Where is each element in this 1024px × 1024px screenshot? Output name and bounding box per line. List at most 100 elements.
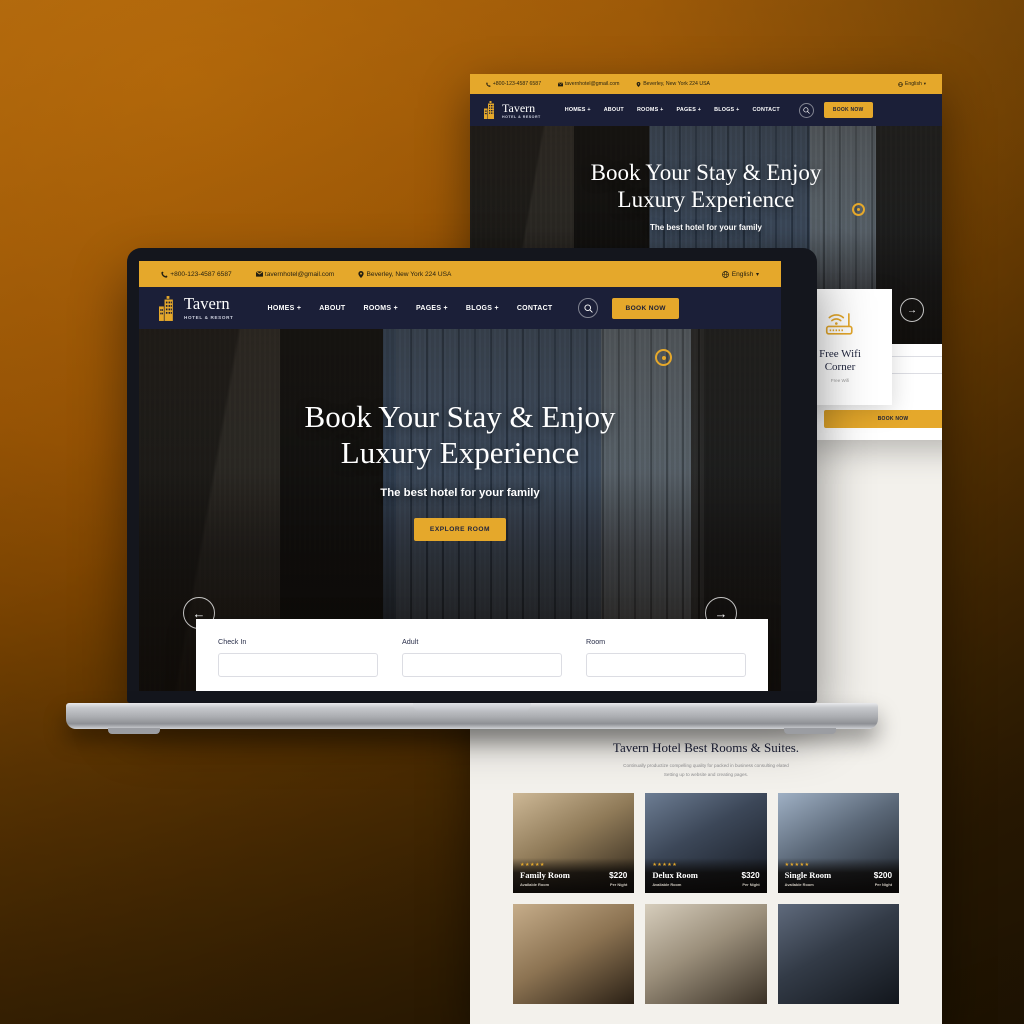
nav-item-contact[interactable]: CONTACT (517, 305, 553, 312)
mockup-canvas: +800-123-4587 6587 tavernhotel@gmail.com… (0, 0, 1024, 1024)
rear-nav-item-pages[interactable]: PAGES + (676, 107, 701, 113)
rating-stars: ★★★★★ (784, 862, 810, 869)
room-card[interactable] (777, 904, 899, 1005)
room-photo (777, 904, 899, 1005)
rooms-grid: ★★★★★ Family Room $220 Available Room Pe… (470, 793, 942, 894)
booking-field-check-in: Check In (218, 637, 378, 677)
building-icon (484, 101, 494, 119)
nav-item-blogs[interactable]: BLOGS + (466, 305, 499, 312)
rear-topbar-email[interactable]: tavernhotel@gmail.com (558, 81, 619, 87)
search-icon[interactable] (798, 102, 814, 118)
nav-item-pages[interactable]: PAGES + (416, 305, 448, 312)
room-price: $200 (873, 871, 892, 881)
room-price-unit: Per Night (874, 882, 892, 888)
room-card[interactable]: ★★★★★ Single Room $200 Available Room Pe… (777, 793, 899, 894)
front-language-text: English (731, 270, 754, 278)
room-price-unit: Per Night (742, 882, 760, 888)
front-hero-copy: Book Your Stay & Enjoy Luxury Experience… (139, 399, 781, 541)
phone-icon (486, 81, 491, 87)
front-hero-subtitle: The best hotel for your family (380, 486, 540, 499)
rear-topbar-phone[interactable]: +800-123-4587 6587 (486, 81, 541, 87)
room-photo (645, 904, 767, 1005)
rear-nav-item-blogs[interactable]: BLOGS + (714, 107, 739, 113)
room-card[interactable] (513, 904, 635, 1005)
room-card[interactable]: ★★★★★ Family Room $220 Available Room Pe… (513, 793, 635, 894)
rear-navbar: Tavern HOTEL & RESORT HOMES + ABOUT ROOM… (470, 94, 942, 126)
room-input[interactable] (586, 653, 746, 677)
room-price: $320 (741, 871, 760, 881)
front-hero: Book Your Stay & Enjoy Luxury Experience… (139, 329, 781, 691)
front-language-selector[interactable]: English ▾ (722, 271, 759, 278)
laptop-screen: +800-123-4587 6587 tavernhotel@gmail.com… (139, 261, 781, 691)
laptop-foot-right (784, 728, 836, 734)
explore-room-button[interactable]: EXPLORE ROOM (413, 517, 507, 541)
rear-hero-subtitle: The best hotel for your family (649, 223, 762, 233)
nav-item-rooms[interactable]: ROOMS + (363, 305, 397, 312)
room-name: Delux Room (652, 870, 698, 881)
rear-nav-item-homes[interactable]: HOMES + (565, 107, 591, 113)
rear-language-selector[interactable]: English ▾ (898, 81, 926, 87)
arrow-right-icon[interactable]: → (900, 298, 924, 322)
nav-item-homes[interactable]: HOMES + (268, 305, 302, 312)
booking-field-label: Room (586, 637, 606, 646)
globe-icon (722, 270, 729, 278)
check-in-input[interactable] (218, 653, 378, 677)
front-topbar: +800-123-4587 6587 tavernhotel@gmail.com… (139, 261, 781, 287)
booking-field-room: Room (586, 637, 746, 677)
front-phone-text: +800-123-4587 6587 (170, 270, 232, 278)
front-address-text: Beverley, New York 224 USA (366, 270, 452, 278)
rear-nav-item-rooms[interactable]: ROOMS + (637, 107, 664, 113)
booking-field-label: Check In (218, 637, 247, 646)
room-card[interactable] (645, 904, 767, 1005)
rear-hero-title: Book Your Stay & Enjoy Luxury Experience (590, 160, 822, 212)
chevron-down-icon: ▾ (923, 81, 926, 86)
rear-logo-tagline: HOTEL & RESORT (502, 114, 541, 119)
gold-dot-icon (655, 349, 672, 366)
rooms-section-title: Tavern Hotel Best Rooms & Suites. (612, 740, 800, 755)
globe-icon (898, 81, 904, 87)
rear-nav-item-contact[interactable]: CONTACT (752, 107, 779, 113)
laptop-foot-left (108, 728, 160, 734)
adult-input[interactable] (402, 653, 562, 677)
laptop-base (66, 703, 878, 734)
room-card[interactable]: ★★★★★ Delux Room $320 Available Room Per… (645, 793, 767, 894)
rear-topbar: +800-123-4587 6587 tavernhotel@gmail.com… (470, 74, 942, 94)
rooms-grid-row-2 (470, 904, 942, 1005)
laptop-notch (413, 703, 531, 712)
rating-stars: ★★★★★ (520, 862, 545, 869)
nav-item-about[interactable]: ABOUT (319, 305, 345, 312)
rear-phone-text: +800-123-4587 6587 (492, 81, 542, 87)
front-topbar-email[interactable]: tavernhotel@gmail.com (255, 271, 334, 278)
building-icon (159, 295, 173, 321)
front-booking-form: Check In Adult Room (196, 619, 768, 691)
room-availability: Available Room (520, 882, 550, 888)
room-availability: Available Room (784, 882, 814, 888)
rear-address-text: Beverley, New York 224 USA (643, 81, 711, 87)
room-name: Single Room (784, 870, 832, 881)
envelope-icon (255, 271, 263, 277)
search-icon[interactable] (578, 298, 599, 318)
book-now-button[interactable]: BOOK NOW (612, 297, 679, 319)
rear-nav-item-about[interactable]: ABOUT (604, 107, 624, 113)
rear-rooms-section: Tavern Hotel Best Rooms & Suites. Contin… (470, 740, 942, 1005)
rear-logo-name: Tavern (502, 100, 536, 115)
room-availability: Available Room (652, 882, 682, 888)
map-pin-icon (358, 270, 364, 278)
rooms-section-subtitle: Continually productize compelling qualit… (623, 763, 789, 777)
rear-book-now-button[interactable]: BOOK NOW (823, 102, 873, 118)
rear-logo[interactable]: Tavern HOTEL & RESORT (484, 101, 541, 119)
front-topbar-phone[interactable]: +800-123-4587 6587 (161, 271, 232, 278)
room-photo (513, 904, 635, 1005)
room-price-unit: Per Night (610, 882, 628, 888)
front-navbar: Tavern HOTEL & RESORT HOMES + ABOUT ROOM… (139, 287, 781, 329)
front-logo[interactable]: Tavern HOTEL & RESORT (159, 295, 234, 321)
laptop-mockup: +800-123-4587 6587 tavernhotel@gmail.com… (66, 248, 878, 734)
phone-icon (161, 270, 168, 278)
rating-stars: ★★★★★ (652, 862, 678, 869)
booking-field-label: Adult (402, 637, 419, 646)
rear-email-text: tavernhotel@gmail.com (564, 81, 620, 87)
rear-language-text: English (904, 81, 922, 87)
rear-topbar-address: Beverley, New York 224 USA (636, 81, 710, 87)
laptop-lid: +800-123-4587 6587 tavernhotel@gmail.com… (127, 248, 817, 703)
envelope-icon (558, 81, 564, 86)
